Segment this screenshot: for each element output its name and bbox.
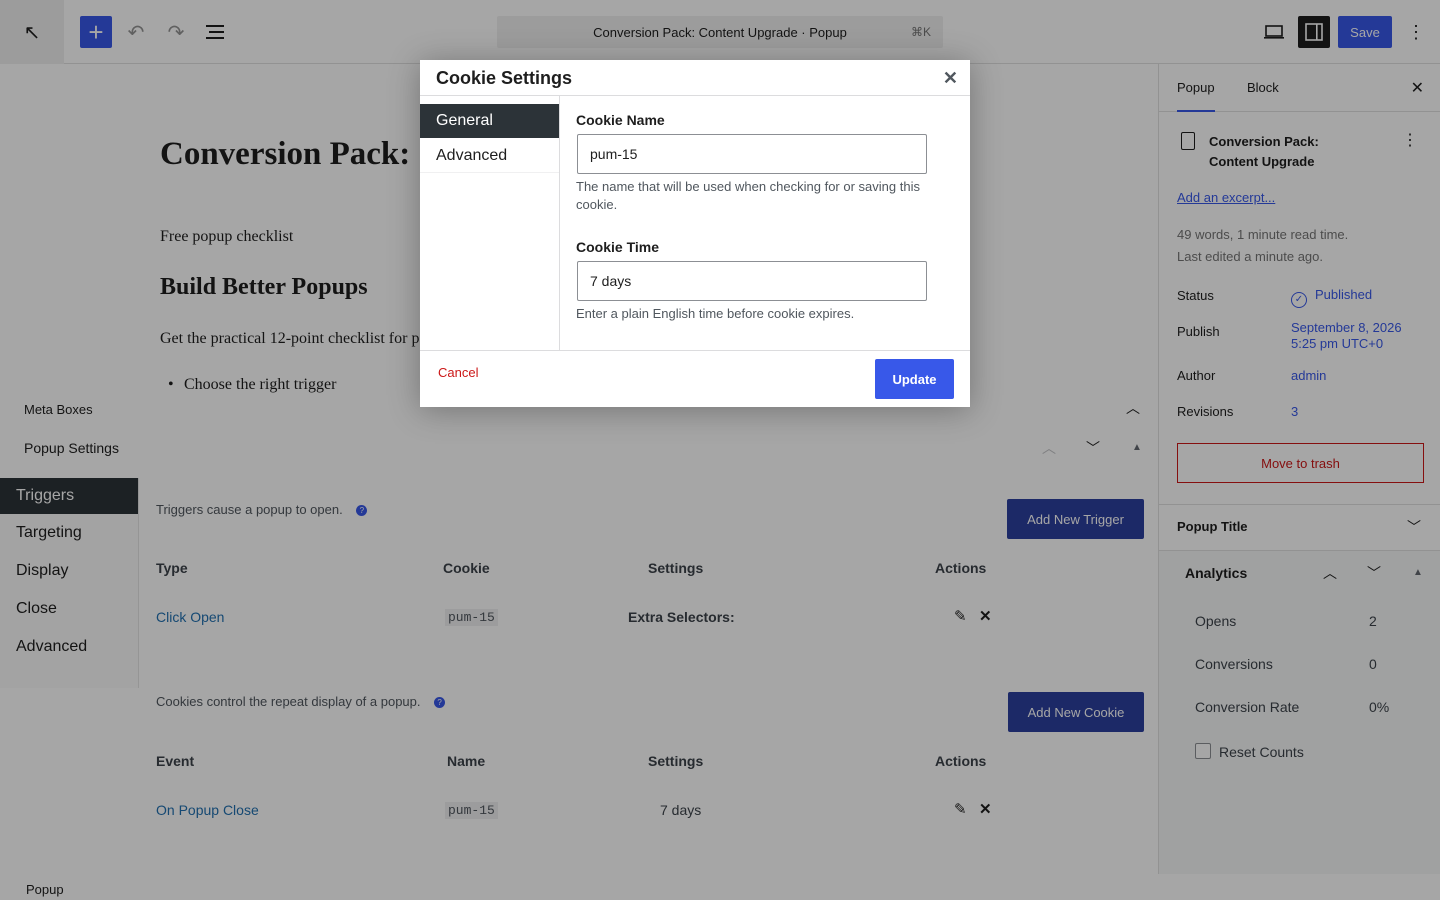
cookie-time-label: Cookie Time <box>576 239 659 255</box>
cookie-time-input[interactable] <box>577 261 927 301</box>
tab-advanced[interactable]: Advanced <box>420 139 559 173</box>
modal-footer: Cancel Update <box>420 350 970 407</box>
modal-header: Cookie Settings ✕ <box>420 60 970 96</box>
cookie-name-help: The name that will be used when checking… <box>576 179 920 212</box>
cookie-name-input[interactable] <box>577 134 927 174</box>
cookie-settings-modal: Cookie Settings ✕ General Advanced Cooki… <box>420 60 970 407</box>
cookie-time-help: Enter a plain English time before cookie… <box>576 306 855 321</box>
close-icon[interactable]: ✕ <box>943 68 958 89</box>
cancel-button[interactable]: Cancel <box>438 365 478 380</box>
modal-title: Cookie Settings <box>436 68 573 88</box>
modal-tabs: General Advanced <box>420 96 560 350</box>
tab-general[interactable]: General <box>420 104 559 138</box>
cookie-name-label: Cookie Name <box>576 112 665 128</box>
update-button[interactable]: Update <box>875 359 954 399</box>
